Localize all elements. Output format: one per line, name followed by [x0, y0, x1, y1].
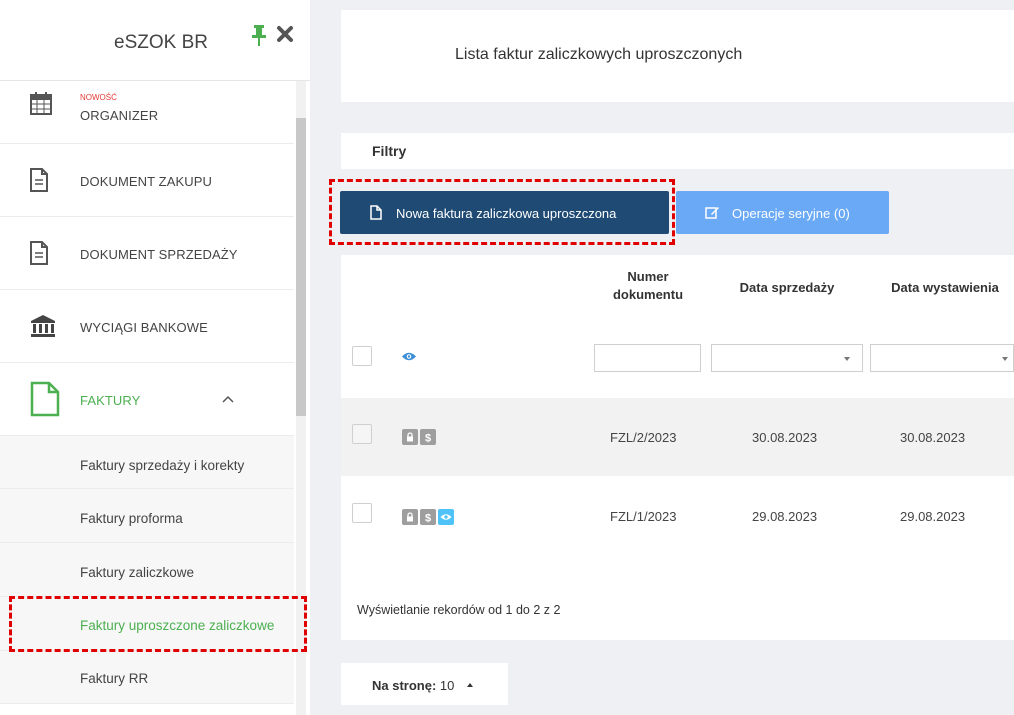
app-title: eSZOK BR: [114, 32, 208, 53]
dollar-icon: $: [420, 509, 436, 525]
eye-icon[interactable]: [438, 509, 454, 525]
per-page-value: 10: [439, 678, 455, 693]
document-number: FZL/2/2023: [610, 430, 677, 445]
row-checkbox[interactable]: [352, 503, 372, 523]
records-info: Wyświetlanie rekordów od 1 do 2 z 2: [357, 603, 561, 617]
document-icon: [30, 241, 48, 265]
new-badge: NOWOŚĆ: [80, 93, 117, 102]
bulk-button-label: Operacje seryjne (0): [732, 206, 850, 221]
invoice-document-icon: [30, 381, 60, 417]
close-icon[interactable]: [276, 25, 294, 43]
row-checkbox[interactable]: [352, 424, 372, 444]
chevron-down-icon: [1002, 357, 1008, 361]
sidebar-item-invoices[interactable]: FAKTURY: [0, 363, 294, 436]
submenu-item-label: Faktury proforma: [80, 511, 183, 526]
submenu-item-label: Faktury sprzedaży i korekty: [80, 458, 245, 473]
column-header-issue-date[interactable]: Data wystawienia: [870, 280, 1014, 295]
filters-panel[interactable]: [341, 133, 1014, 169]
edit-icon: [705, 207, 719, 219]
bank-icon: [31, 315, 55, 337]
sale-date: 29.08.2023: [752, 509, 818, 524]
issue-date: 29.08.2023: [900, 509, 966, 524]
filters-label[interactable]: Filtry: [372, 143, 406, 159]
submenu-item-label: Faktury RR: [80, 671, 149, 686]
lock-icon: [402, 429, 418, 445]
sidebar-item-purchase-document[interactable]: DOKUMENT ZAKUPU: [0, 144, 294, 217]
column-header-sale-date[interactable]: Data sprzedaży: [712, 280, 862, 295]
svg-text:$: $: [425, 513, 431, 525]
calendar-icon: [30, 92, 52, 115]
sidebar-item-label: FAKTURY: [80, 393, 141, 408]
pin-icon[interactable]: [250, 25, 268, 47]
svg-text:$: $: [425, 433, 431, 445]
highlight-new-button: [329, 179, 675, 245]
sidebar-item-label: WYCIĄGI BANKOWE: [80, 320, 208, 335]
submenu-item-advance-invoices[interactable]: Faktury zaliczkowe: [0, 543, 294, 597]
page-title: Lista faktur zaliczkowych uproszczonych: [455, 46, 743, 63]
number-filter-input[interactable]: [594, 344, 701, 372]
submenu-item-proforma[interactable]: Faktury proforma: [0, 489, 294, 543]
sale-date-filter-select[interactable]: [711, 344, 863, 372]
sidebar-item-label: ORGANIZER: [80, 108, 159, 123]
submenu-item-rr-invoices[interactable]: Faktury RR: [0, 651, 294, 704]
sidebar-item-label: DOKUMENT ZAKUPU: [80, 174, 212, 189]
document-icon: [30, 168, 48, 192]
per-page-label: Na stronę: 10: [372, 678, 455, 693]
eye-icon[interactable]: [401, 351, 417, 362]
chevron-up-icon[interactable]: [222, 395, 234, 403]
highlight-active-submenu: [9, 596, 307, 652]
sidebar-item-label: DOKUMENT SPRZEDAŻY: [80, 247, 238, 262]
sale-date: 30.08.2023: [752, 430, 818, 445]
issue-date: 30.08.2023: [900, 430, 966, 445]
sidebar-item-sales-document[interactable]: DOKUMENT SPRZEDAŻY: [0, 217, 294, 290]
column-header-number[interactable]: Numer dokumentu: [596, 268, 700, 304]
chevron-up-icon: [467, 683, 473, 687]
submenu-item-label: Faktury zaliczkowe: [80, 565, 195, 580]
sidebar-scrollbar-thumb[interactable]: [296, 118, 306, 416]
chevron-down-icon: [844, 357, 850, 361]
select-all-checkbox[interactable]: [352, 346, 372, 366]
dollar-icon: $: [420, 429, 436, 445]
submenu-item-sales-invoices[interactable]: Faktury sprzedaży i korekty: [0, 436, 294, 489]
lock-icon: [402, 509, 418, 525]
issue-date-filter-select[interactable]: [870, 344, 1014, 372]
sidebar-item-bank-statements[interactable]: WYCIĄGI BANKOWE: [0, 290, 294, 363]
document-number: FZL/1/2023: [610, 509, 677, 524]
sidebar-item-organizer[interactable]: NOWOŚĆ ORGANIZER: [0, 81, 294, 144]
